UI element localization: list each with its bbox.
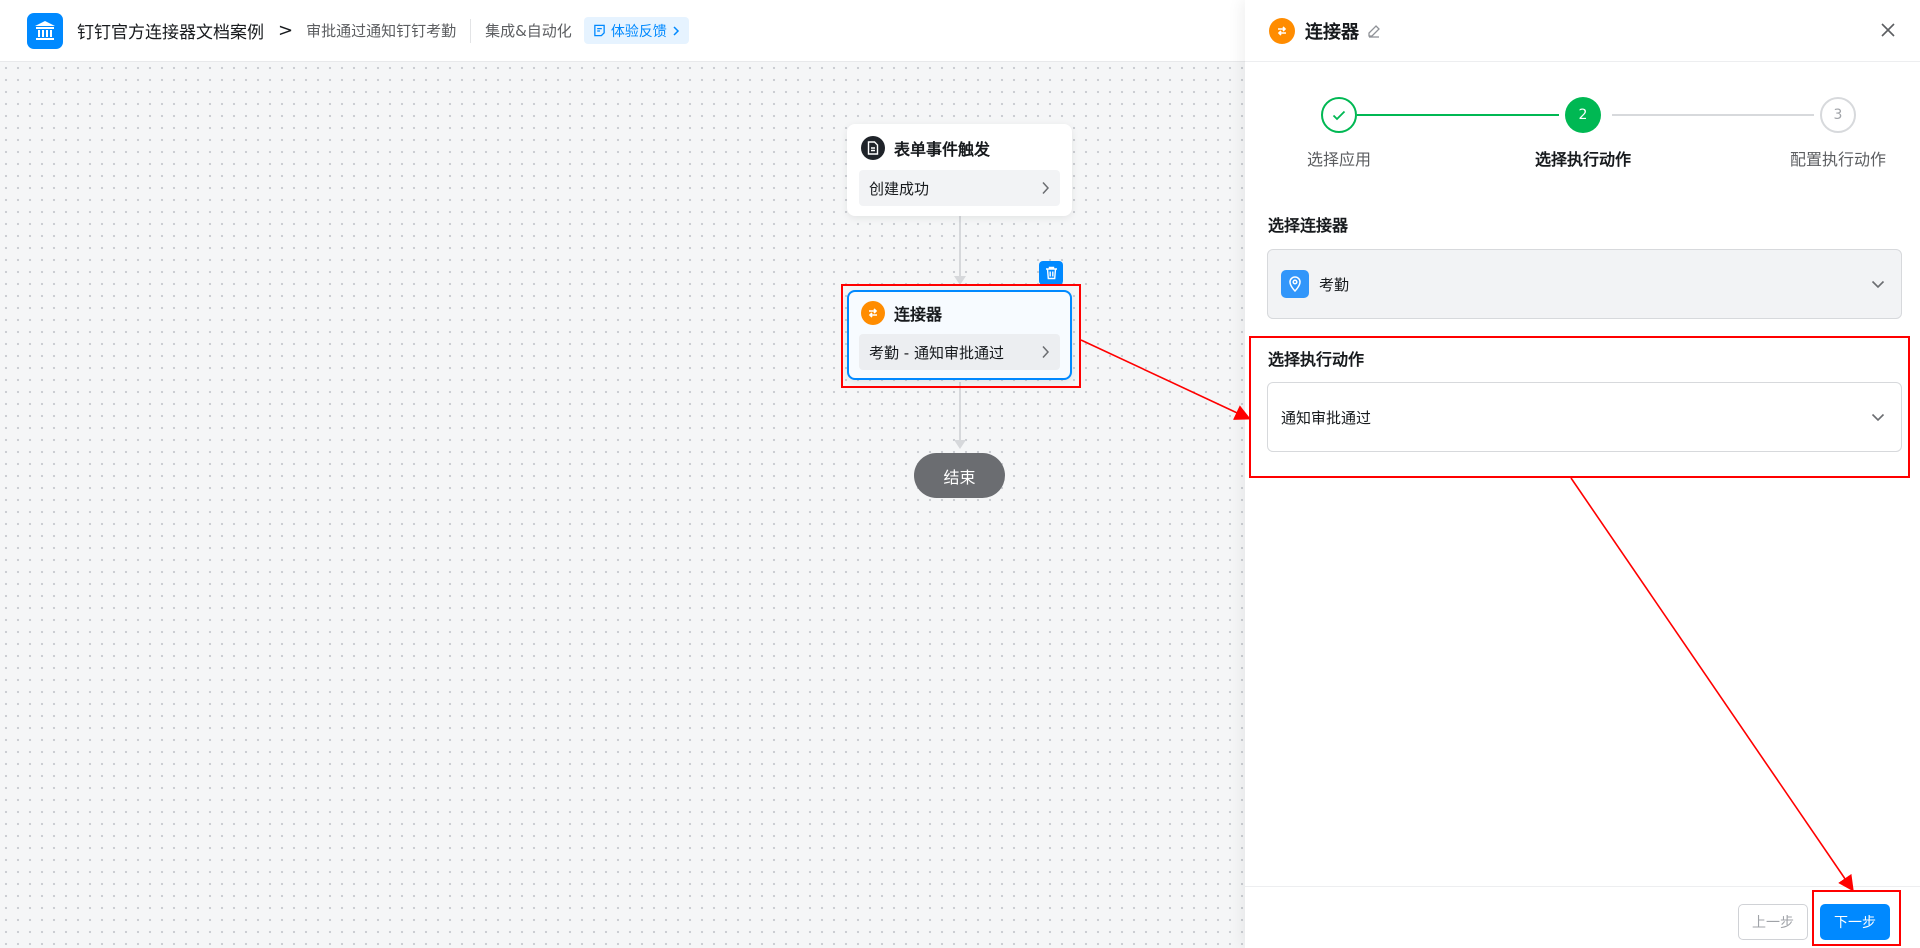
- step-2-number: 2: [1578, 107, 1588, 123]
- chevron-down-icon: [1871, 280, 1885, 288]
- breadcrumb-separator: >: [278, 20, 294, 41]
- prev-step-button[interactable]: 上一步: [1738, 904, 1808, 940]
- feedback-button[interactable]: 体验反馈: [583, 17, 689, 44]
- step-connector-done: [1357, 114, 1559, 116]
- end-node[interactable]: 结束: [914, 453, 1005, 498]
- close-icon[interactable]: [1876, 18, 1900, 42]
- step-3-number: 3: [1833, 107, 1843, 123]
- pencil-icon[interactable]: [1367, 24, 1381, 38]
- annotation-box-connector-node: [841, 284, 1081, 388]
- step-connector-pending: [1612, 114, 1814, 116]
- location-pin-icon: [1281, 270, 1309, 298]
- flow-connector-line: [959, 382, 961, 446]
- chevron-right-icon: [673, 25, 679, 36]
- annotation-box-next-button: [1812, 890, 1901, 946]
- trigger-node-value[interactable]: 创建成功: [859, 170, 1060, 206]
- connector-select[interactable]: 考勤: [1267, 249, 1902, 319]
- step-3-indicator: 3: [1820, 97, 1856, 133]
- flow-name[interactable]: 审批通过通知钉钉考勤: [306, 20, 456, 41]
- panel-title: 连接器: [1305, 21, 1359, 43]
- app-name[interactable]: 钉钉官方连接器文档案例: [77, 18, 264, 43]
- panel-header: 连接器: [1245, 0, 1920, 62]
- flow-arrow: [954, 440, 966, 449]
- step-2-label: 选择执行动作: [1534, 150, 1631, 169]
- step-1-indicator: [1321, 97, 1357, 133]
- check-icon: [1332, 110, 1346, 120]
- trigger-node-label: 表单事件触发: [894, 140, 991, 159]
- trigger-node-title: 表单事件触发: [861, 136, 990, 160]
- feedback-icon: [594, 24, 605, 37]
- trigger-node-value-text: 创建成功: [869, 179, 930, 198]
- top-header: 钉钉官方连接器文档案例 > 审批通过通知钉钉考勤 集成&自动化 体验反馈: [0, 0, 1245, 62]
- category-label: 集成&自动化: [485, 22, 572, 40]
- document-icon: [861, 136, 885, 160]
- chevron-right-icon: [1042, 181, 1050, 195]
- annotation-box-action-field: [1249, 336, 1910, 478]
- step-3-label: 配置执行动作: [1789, 150, 1886, 169]
- bank-building-icon[interactable]: [27, 12, 63, 49]
- trigger-node[interactable]: 表单事件触发 创建成功: [847, 124, 1072, 216]
- connector-icon: [1269, 17, 1295, 44]
- step-1-label: 选择应用: [1306, 150, 1371, 169]
- flow-connector-line: [959, 216, 961, 284]
- step-2-indicator: 2: [1565, 97, 1601, 133]
- divider: [470, 18, 472, 43]
- connector-field-label: 选择连接器: [1268, 216, 1349, 235]
- connector-select-value: 考勤: [1319, 275, 1350, 294]
- trash-icon[interactable]: [1039, 261, 1063, 285]
- feedback-label: 体验反馈: [610, 23, 667, 40]
